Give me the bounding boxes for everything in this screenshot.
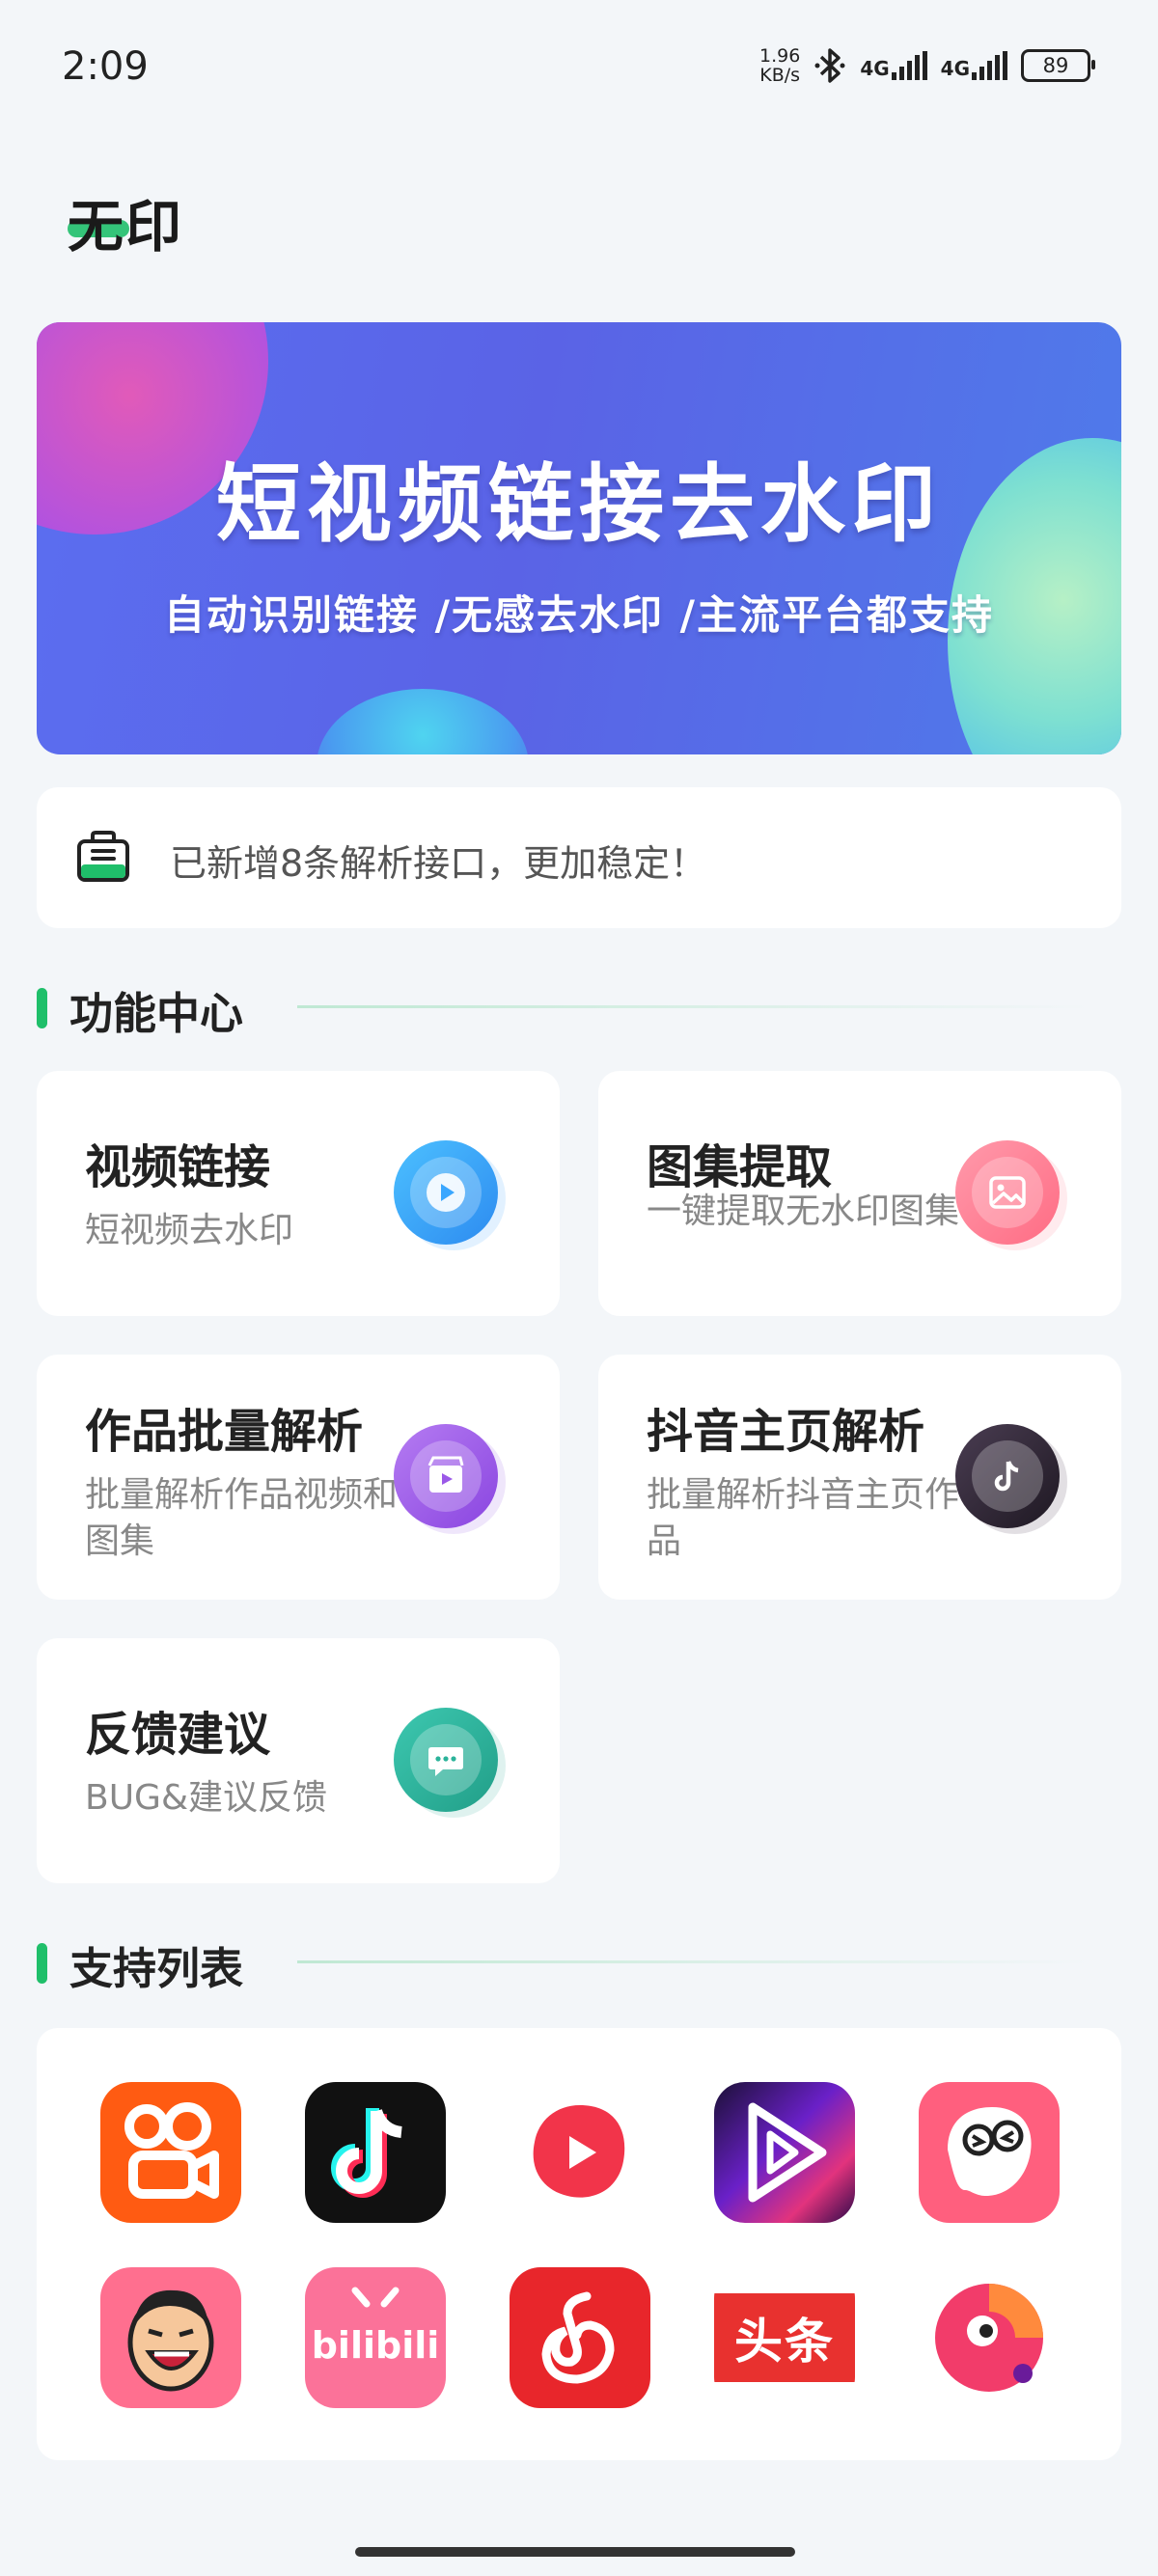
svg-text:bilibili: bilibili xyxy=(312,2324,440,2367)
status-time: 2:09 xyxy=(62,44,149,89)
feature-card-feedback[interactable]: 反馈建议 BUG&建议反馈 xyxy=(37,1638,560,1883)
toutiao-label: 头条 xyxy=(714,2293,855,2382)
feature-subtitle: 批量解析作品视频和图集 xyxy=(85,1475,399,1561)
douyin-icon[interactable] xyxy=(305,2082,446,2223)
feature-card-batch-parse[interactable]: 作品批量解析 批量解析作品视频和图集 xyxy=(37,1355,560,1600)
network-speed-value: 1.96 xyxy=(759,45,801,67)
pipigaoxiao-icon[interactable] xyxy=(919,2267,1060,2408)
feature-title: 视频链接 xyxy=(85,1140,271,1194)
signal-sim1-label: 4G xyxy=(860,57,890,80)
signal-sim1: 4G xyxy=(860,51,927,80)
netease-music-icon[interactable] xyxy=(510,2267,650,2408)
zuiyou-icon[interactable] xyxy=(100,2267,241,2408)
status-icons: 1.96 KB/s 4G 4G 89 xyxy=(759,46,1095,85)
haokan-icon[interactable] xyxy=(714,2082,855,2223)
feature-card-douyin-profile[interactable]: 抖音主页解析 批量解析抖音主页作品 xyxy=(598,1355,1121,1600)
banner-decoration xyxy=(317,689,529,754)
notice-text: 已新增8条解析接口，更加稳定！ xyxy=(170,842,707,885)
banner-subtitle: 自动识别链接 /无感去水印 /主流平台都支持 xyxy=(164,591,994,639)
feature-card-gallery[interactable]: 图集提取 一键提取无水印图集 xyxy=(598,1071,1121,1316)
network-speed: 1.96 KB/s xyxy=(759,46,800,85)
notice-icon xyxy=(77,831,129,882)
feature-title: 抖音主页解析 xyxy=(647,1405,925,1459)
feature-subtitle: BUG&建议反馈 xyxy=(85,1778,328,1818)
weishi-icon[interactable] xyxy=(510,2082,650,2223)
chat-icon xyxy=(394,1708,498,1812)
notice-bar[interactable]: 已新增8条解析接口，更加稳定！ xyxy=(37,787,1121,928)
section-divider xyxy=(297,1005,1089,1008)
pipixia-icon[interactable] xyxy=(919,2082,1060,2223)
home-indicator[interactable] xyxy=(355,2547,795,2557)
section-marker xyxy=(37,988,47,1028)
signal-sim2-label: 4G xyxy=(940,57,970,80)
feature-subtitle: 一键提取无水印图集 xyxy=(647,1192,960,1231)
feature-title: 作品批量解析 xyxy=(85,1405,364,1459)
network-speed-unit: KB/s xyxy=(759,65,801,86)
toutiao-icon[interactable]: 头条 xyxy=(714,2267,855,2408)
section-title-features: 功能中心 xyxy=(69,988,244,1039)
feature-subtitle: 批量解析抖音主页作品 xyxy=(647,1475,960,1561)
feature-card-video-link[interactable]: 视频链接 短视频去水印 xyxy=(37,1071,560,1316)
banner-title: 短视频链接去水印 xyxy=(215,454,942,554)
signal-sim2: 4G xyxy=(941,51,1007,80)
section-marker xyxy=(37,1943,47,1984)
feature-title: 图集提取 xyxy=(647,1140,833,1194)
promo-banner[interactable]: 短视频链接去水印 自动识别链接 /无感去水印 /主流平台都支持 xyxy=(37,322,1121,754)
feature-subtitle: 短视频去水印 xyxy=(85,1211,294,1250)
feature-title: 反馈建议 xyxy=(85,1708,271,1762)
app-title: 无印 xyxy=(68,194,184,260)
kuaishou-icon[interactable] xyxy=(100,2082,241,2223)
battery-level: 89 xyxy=(1042,54,1069,77)
play-icon xyxy=(394,1140,498,1245)
section-divider xyxy=(297,1960,1089,1963)
tiktok-icon xyxy=(955,1424,1060,1528)
bluetooth-icon xyxy=(814,48,845,83)
supported-app-list: bilibili 头条 xyxy=(37,2028,1121,2460)
section-title-supported: 支持列表 xyxy=(69,1943,244,1994)
image-icon xyxy=(955,1140,1060,1245)
battery-icon: 89 xyxy=(1021,49,1095,82)
bilibili-icon[interactable]: bilibili xyxy=(305,2267,446,2408)
clapper-icon xyxy=(394,1424,498,1528)
